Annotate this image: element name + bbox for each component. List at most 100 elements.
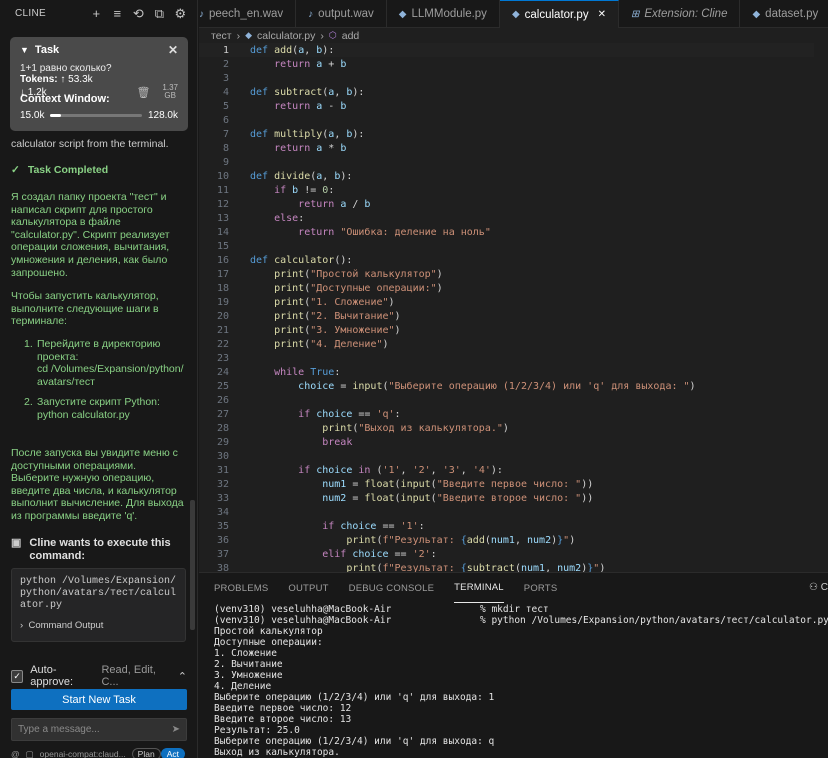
context-used: 15.0k xyxy=(20,110,45,121)
code-line: 6 xyxy=(199,113,828,127)
code-token: "Ошибка: деление на ноль" xyxy=(340,226,491,238)
plan-toggle[interactable]: Plan xyxy=(131,748,161,758)
breadcrumb-item[interactable]: calculator.py xyxy=(257,30,315,42)
gear-icon[interactable]: ⚙ xyxy=(174,7,187,20)
code-text: num2 = float(input("Введите второе число… xyxy=(250,493,593,504)
code-token: def xyxy=(250,44,275,56)
start-new-task-button[interactable]: Start New Task xyxy=(11,689,187,710)
tab-calculator-py[interactable]: ◆ calculator.py ✕ xyxy=(499,0,619,28)
code-line: 18 print("Доступные операции:") xyxy=(199,281,828,295)
external-icon[interactable]: ⧉ xyxy=(153,7,166,20)
terminal-text: Выберите операцию (1/2/3/4) или 'q' для … xyxy=(214,736,495,747)
line-number: 24 xyxy=(216,366,229,378)
breadcrumb-item[interactable]: тест xyxy=(211,30,232,42)
command-output-toggle[interactable]: › Command Output xyxy=(20,620,177,632)
tab-output-wav[interactable]: ♪ output.wav xyxy=(296,0,387,28)
code-token: "Выход из калькулятора." xyxy=(358,422,503,434)
panel-right[interactable]: ⚇ C xyxy=(809,582,828,593)
line-number: 37 xyxy=(216,548,229,560)
code-token: + xyxy=(322,58,341,70)
python-icon: ◆ xyxy=(245,30,253,40)
code-token: , xyxy=(400,464,413,476)
line-number: 16 xyxy=(216,254,229,266)
plus-icon[interactable]: + xyxy=(90,7,103,20)
terminal-text: Выход из калькулятора. xyxy=(214,747,340,758)
stack-icon[interactable]: ≡ xyxy=(111,7,124,20)
auto-approve[interactable]: ✓ Auto-approve: Read, Edit, C... ⌃ xyxy=(11,664,187,688)
terminal-text: 3. Умножение xyxy=(214,670,283,681)
line-number: 10 xyxy=(216,170,229,182)
terminal[interactable]: (venv310) veseluhha@MacBook-Air % mkdir т… xyxy=(214,604,828,758)
terminal-text: Доступные операции: xyxy=(214,637,323,648)
code-line: 7 def multiply(a, b): xyxy=(199,127,828,141)
tab-label: calculator.py xyxy=(524,8,589,21)
tab-extension-cline[interactable]: ⊞ Extension: Cline xyxy=(619,0,741,28)
code-line: 2 return a + b xyxy=(199,57,828,71)
panel-tab-problems[interactable]: PROBLEMS xyxy=(214,573,268,603)
code-line: 13 else: xyxy=(199,211,828,225)
code-token: ) xyxy=(382,338,389,350)
trash-icon[interactable]: 🗑 xyxy=(136,86,150,99)
send-icon[interactable]: ➤ xyxy=(172,724,180,735)
code-token: - xyxy=(322,100,341,112)
tab-peech-en-wav[interactable]: ♪ peech_en.wav xyxy=(199,0,297,28)
at-icon[interactable]: @ xyxy=(11,749,20,758)
code-token: : xyxy=(298,212,305,224)
image-icon[interactable]: ▢ xyxy=(26,749,34,758)
code-token: b xyxy=(340,142,347,154)
line-number: 9 xyxy=(222,156,229,168)
chevron-up-icon[interactable]: ⌃ xyxy=(178,670,187,683)
copilot-icon[interactable]: ⚇ xyxy=(809,582,818,593)
after-text: После запуска вы увидите меню с доступны… xyxy=(11,447,184,522)
sidebar-scrollbar[interactable] xyxy=(190,500,195,630)
terminal-text: Выберите операцию (1/2/3/4) или 'q' для … xyxy=(214,692,495,703)
tab-llmmodule-py[interactable]: ◆ LLMModule.py xyxy=(387,0,500,28)
code-text: print(f"Результат: {add(num1, num2)}") xyxy=(250,535,575,546)
code-token: def xyxy=(250,86,275,98)
panel-tab-output[interactable]: OUTPUT xyxy=(288,573,328,603)
code-token: choice xyxy=(340,520,377,532)
code-token: num2 xyxy=(527,534,552,546)
chevron-down-icon[interactable]: ▼ xyxy=(20,45,29,55)
model-selector[interactable]: openai-compat:claud... xyxy=(40,749,126,758)
line-number: 18 xyxy=(216,282,229,294)
panel-tab-ports[interactable]: PORTS xyxy=(524,573,558,603)
code-text: print("Доступные операции:") xyxy=(250,283,443,294)
panel-tab-debug-console[interactable]: DEBUG CONSOLE xyxy=(349,573,434,603)
terminal-command: % python /Volumes/Expansion/python/avata… xyxy=(480,615,828,626)
line-number: 32 xyxy=(216,478,229,490)
code-token: divide xyxy=(274,170,311,182)
minimap[interactable] xyxy=(814,43,828,572)
close-icon[interactable]: ✕ xyxy=(168,43,178,57)
close-icon[interactable]: ✕ xyxy=(598,9,606,20)
line-number: 26 xyxy=(216,394,229,406)
code-area[interactable]: 1 def add(a, b): 2 return a + b 3 4 def subtr… xyxy=(199,43,828,575)
code-token: choice xyxy=(316,408,353,420)
line-number: 8 xyxy=(222,142,229,154)
act-toggle[interactable]: Act xyxy=(160,748,185,758)
code-line: 33 num2 = float(input("Введите второе чи… xyxy=(199,491,828,505)
code-token: : xyxy=(328,184,335,196)
code-text: if choice == '1': xyxy=(250,520,424,532)
terminal-line: 4. Деление xyxy=(214,681,828,692)
line-number: 14 xyxy=(216,226,229,238)
terminal-line: Доступные операции: xyxy=(214,637,828,648)
code-line: 25 choice = input("Выберите операцию (1/… xyxy=(199,379,828,393)
panel-tab-terminal[interactable]: TERMINAL xyxy=(454,573,504,603)
code-text: if choice in ('1', '2', '3', '4'): xyxy=(250,465,503,476)
step-command: python calculator.py xyxy=(37,408,130,421)
history-icon[interactable]: ⟲ xyxy=(132,7,145,20)
code-token: print xyxy=(274,324,305,336)
code-token: ) xyxy=(569,534,576,546)
checkbox-icon[interactable]: ✓ xyxy=(11,669,24,683)
code-token: return xyxy=(274,58,317,70)
audio-icon: ♪ xyxy=(308,8,314,20)
code-token: )) xyxy=(581,492,594,504)
breadcrumb-item[interactable]: add xyxy=(342,30,360,42)
tab-dataset-py[interactable]: ◆ dataset.py xyxy=(740,0,828,28)
message-input[interactable]: Type a message... ➤ xyxy=(11,718,187,741)
